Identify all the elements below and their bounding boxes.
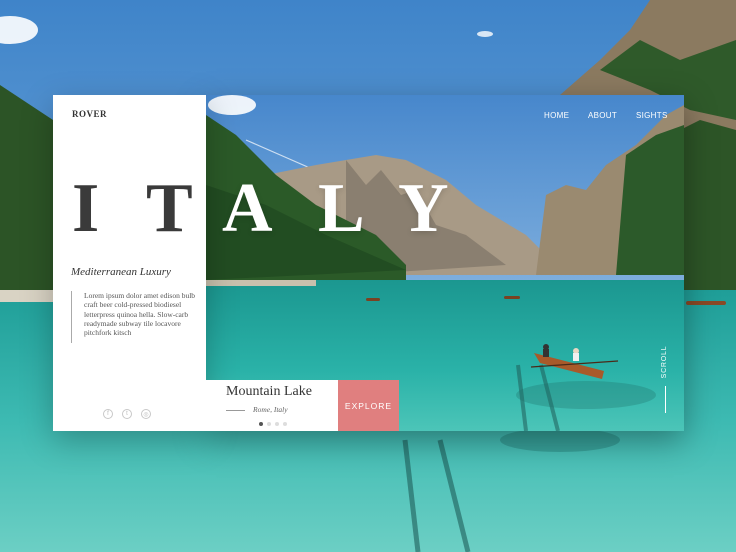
social-links: f t ◎ [103,409,151,419]
nav-sights[interactable]: SIGHTS [636,111,668,120]
blurb-divider [71,291,72,343]
facebook-icon[interactable]: f [103,409,113,419]
slide-dot[interactable] [267,422,271,426]
slide-dot[interactable] [283,422,287,426]
brand-logo[interactable]: ROVER [72,109,107,119]
blurb-text: Lorem ipsum dolor amet edison bulb craft… [84,291,196,338]
scroll-label[interactable]: SCROLL [661,345,671,379]
side-panel: ROVER Mediterranean Luxury Lorem ipsum d… [53,95,206,431]
location-title: Mountain Lake [226,384,312,399]
slide-indicator [259,422,287,426]
explore-button[interactable]: EXPLORE [338,380,399,431]
slide-dot[interactable] [275,422,279,426]
scroll-indicator-line [665,386,666,413]
twitter-icon[interactable]: t [122,409,132,419]
instagram-icon[interactable]: ◎ [141,409,151,419]
tagline: Mediterranean Luxury [71,266,171,278]
nav-home[interactable]: HOME [544,111,569,120]
location-divider [226,410,245,411]
slide-dot[interactable] [259,422,263,426]
nav-about[interactable]: ABOUT [588,111,617,120]
location-card: Mountain Lake Rome, Italy [206,380,338,431]
location-subtitle: Rome, Italy [253,405,288,414]
